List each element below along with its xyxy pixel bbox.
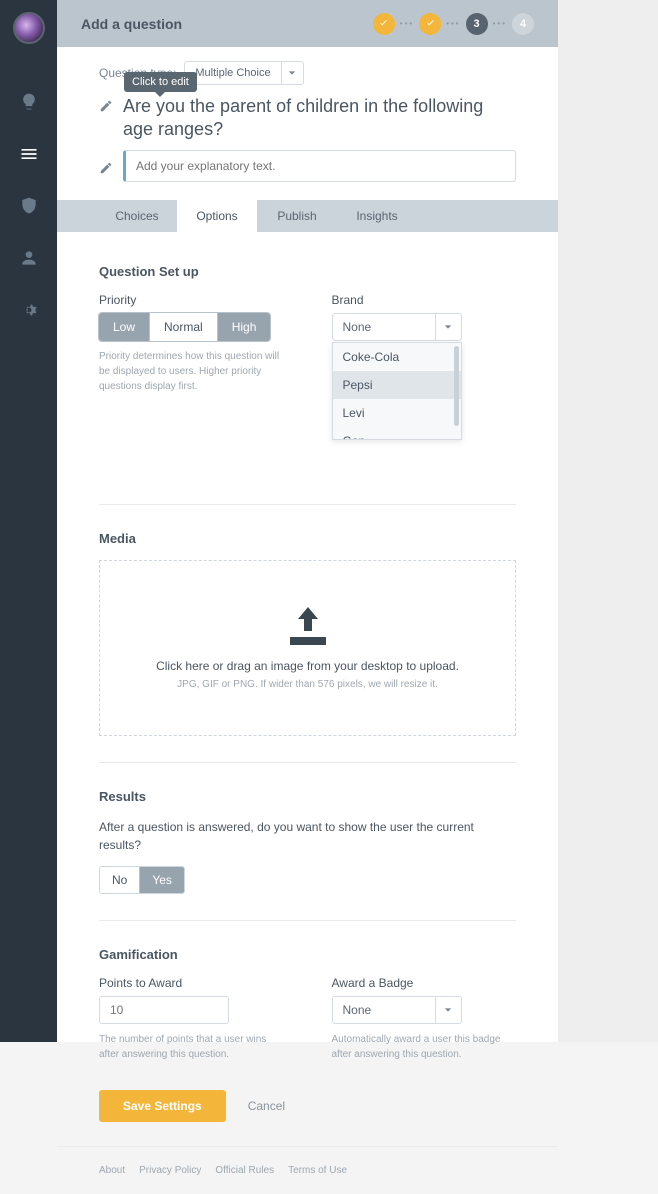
explanatory-row xyxy=(99,150,516,182)
chevron-down-icon xyxy=(435,997,461,1023)
points-hint: The number of points that a user wins af… xyxy=(99,1032,284,1062)
brand-dropdown[interactable]: None Coke-Cola Pepsi Levi Gap xyxy=(332,313,462,341)
step-separator: ••• xyxy=(493,19,507,28)
setup-row: Priority Low Normal High Priority determ… xyxy=(99,293,516,394)
brand-select-box[interactable]: None xyxy=(332,313,462,341)
points-input[interactable] xyxy=(100,997,229,1023)
priority-hint: Priority determines how this question wi… xyxy=(99,349,284,394)
points-label: Points to Award xyxy=(99,976,284,990)
question-type-value: Multiple Choice xyxy=(185,67,280,79)
wizard-steps: ••• ••• 3 ••• 4 xyxy=(373,13,534,35)
wizard-header: Add a question ••• ••• 3 ••• 4 xyxy=(57,0,558,47)
priority-label: Priority xyxy=(99,293,284,307)
uploader-text: Click here or drag an image from your de… xyxy=(156,659,459,673)
wizard-step-1[interactable] xyxy=(373,13,395,35)
pencil-icon[interactable] xyxy=(99,99,113,113)
priority-high[interactable]: High xyxy=(217,313,271,341)
media-heading: Media xyxy=(99,531,516,546)
save-button[interactable]: Save Settings xyxy=(99,1090,226,1122)
page-footer: About Privacy Policy Official Rules Term… xyxy=(57,1146,558,1194)
cancel-link[interactable]: Cancel xyxy=(248,1099,285,1113)
setup-heading: Question Set up xyxy=(99,264,516,279)
question-type-select[interactable]: Multiple Choice xyxy=(184,61,303,85)
footer-rules[interactable]: Official Rules xyxy=(215,1165,274,1176)
question-block: Question type: Multiple Choice Are you t… xyxy=(57,47,558,200)
app-sidebar xyxy=(0,0,57,1042)
options-panel: Question Set up Priority Low Normal High… xyxy=(57,232,558,1146)
brand-option[interactable]: Pepsi xyxy=(333,371,461,399)
badge-select-box[interactable]: None xyxy=(332,996,462,1024)
priority-col: Priority Low Normal High Priority determ… xyxy=(99,293,284,394)
tab-options[interactable]: Options xyxy=(177,200,257,232)
shield-icon[interactable] xyxy=(17,194,41,218)
gamification-heading: Gamification xyxy=(99,947,516,962)
chevron-down-icon xyxy=(435,314,461,340)
brand-col: Brand None Coke-Cola Pepsi Levi Gap xyxy=(332,293,517,394)
priority-segmented: Low Normal High xyxy=(99,313,270,341)
wizard-step-4[interactable]: 4 xyxy=(512,13,534,35)
page-gutter xyxy=(558,0,658,1042)
explanatory-input[interactable] xyxy=(123,150,516,182)
brand-option[interactable]: Gap xyxy=(333,427,461,440)
brand-option[interactable]: Coke-Cola xyxy=(333,343,461,371)
results-segmented: No Yes xyxy=(99,866,185,894)
wizard-step-3[interactable]: 3 xyxy=(466,13,488,35)
step-separator: ••• xyxy=(400,19,414,28)
scrollbar[interactable] xyxy=(454,346,459,426)
priority-normal[interactable]: Normal xyxy=(149,313,217,341)
wizard-step-2[interactable] xyxy=(419,13,441,35)
priority-low[interactable]: Low xyxy=(99,313,149,341)
footer-privacy[interactable]: Privacy Policy xyxy=(139,1165,201,1176)
uploader-hint: JPG, GIF or PNG. If wider than 576 pixel… xyxy=(177,679,438,690)
tab-insights[interactable]: Insights xyxy=(337,200,417,232)
divider xyxy=(99,762,516,763)
tab-publish[interactable]: Publish xyxy=(257,200,337,232)
gear-icon[interactable] xyxy=(17,298,41,322)
brand-selected-value: None xyxy=(333,314,435,340)
menu-icon[interactable] xyxy=(17,142,41,166)
user-icon[interactable] xyxy=(17,246,41,270)
results-yes[interactable]: Yes xyxy=(139,867,184,893)
tab-choices[interactable]: Choices xyxy=(97,200,177,232)
question-title[interactable]: Are you the parent of children in the fo… xyxy=(123,95,516,140)
badge-hint: Automatically award a user this badge af… xyxy=(332,1032,517,1062)
footer-terms[interactable]: Terms of Use xyxy=(288,1165,347,1176)
page-content: Add a question ••• ••• 3 ••• 4 Question … xyxy=(57,0,558,1042)
edit-tooltip: Click to edit xyxy=(124,72,197,92)
idea-icon[interactable] xyxy=(17,90,41,114)
pencil-icon[interactable] xyxy=(99,161,113,175)
wizard-title: Add a question xyxy=(81,16,182,32)
question-title-row: Are you the parent of children in the fo… xyxy=(99,95,516,140)
media-uploader[interactable]: Click here or drag an image from your de… xyxy=(99,560,516,736)
results-text: After a question is answered, do you wan… xyxy=(99,818,516,854)
step-separator: ••• xyxy=(446,19,460,28)
badge-label: Award a Badge xyxy=(332,976,517,990)
badge-dropdown[interactable]: None xyxy=(332,996,462,1024)
actions-row: Save Settings Cancel xyxy=(99,1090,516,1122)
divider xyxy=(99,920,516,921)
brand-menu: Coke-Cola Pepsi Levi Gap xyxy=(332,342,462,440)
badge-col: Award a Badge None Automatically award a… xyxy=(332,976,517,1062)
gamification-row: Points to Award Points The number of poi… xyxy=(99,976,516,1062)
points-col: Points to Award Points The number of poi… xyxy=(99,976,284,1062)
divider xyxy=(99,504,516,505)
footer-about[interactable]: About xyxy=(99,1165,125,1176)
upload-icon xyxy=(286,607,330,645)
brand-option[interactable]: Levi xyxy=(333,399,461,427)
section-tabs: Choices Options Publish Insights xyxy=(57,200,558,232)
results-heading: Results xyxy=(99,789,516,804)
results-no[interactable]: No xyxy=(100,867,139,893)
avatar[interactable] xyxy=(13,12,45,44)
badge-selected-value: None xyxy=(333,997,435,1023)
points-field: Points xyxy=(99,996,229,1024)
chevron-down-icon xyxy=(281,61,303,85)
brand-label: Brand xyxy=(332,293,517,307)
